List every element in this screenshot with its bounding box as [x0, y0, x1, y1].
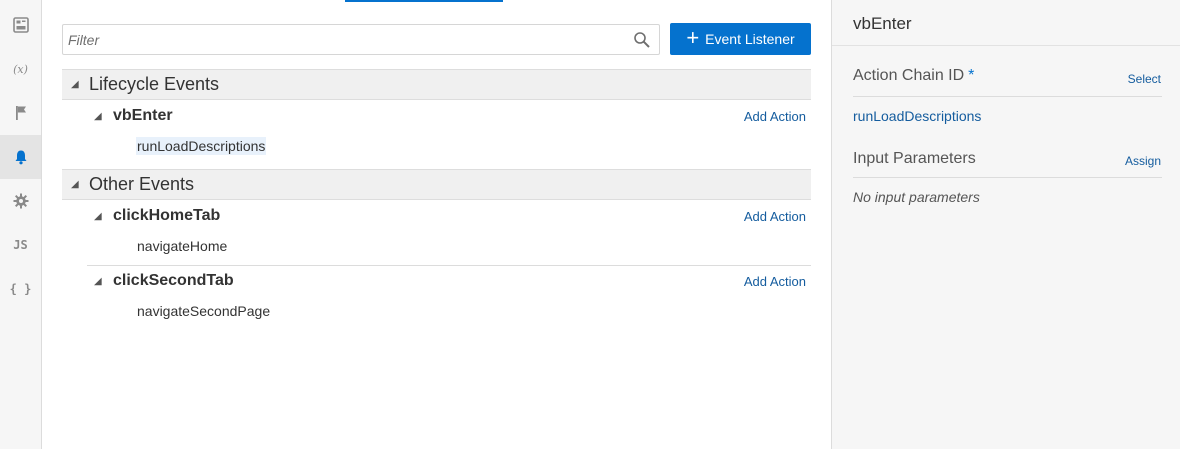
action-chain-item[interactable]: navigateSecondPage [136, 302, 271, 320]
section-label: Other Events [89, 174, 195, 194]
collapse-triangle-icon[interactable]: ◢ [71, 179, 81, 190]
section-header-other-events[interactable]: ◢ Other Events [62, 169, 811, 200]
rail-item-actions[interactable] [0, 91, 41, 135]
input-parameters-label: Input Parameters [853, 150, 976, 167]
select-action-chain-link[interactable]: Select [1128, 72, 1161, 86]
rail-item-settings[interactable] [0, 179, 41, 223]
action-chain-item[interactable]: runLoadDescriptions [136, 137, 267, 155]
collapse-triangle-icon[interactable]: ◢ [94, 276, 104, 287]
properties-panel: vbEnter Action Chain ID * Select runLoadD… [831, 0, 1180, 449]
add-event-listener-button[interactable]: + Event Listener [670, 23, 811, 55]
field-underline [853, 96, 1162, 97]
add-action-link[interactable]: Add Action [744, 109, 806, 124]
section-label: Lifecycle Events [89, 74, 220, 94]
rail-item-overview[interactable] [0, 3, 41, 47]
field-underline [853, 177, 1162, 178]
event-name: clickHomeTab [113, 207, 221, 224]
required-marker: * [968, 67, 975, 84]
collapse-triangle-icon[interactable]: ◢ [94, 111, 104, 122]
no-input-parameters-text: No input parameters [853, 189, 980, 205]
event-name: clickSecondTab [113, 272, 234, 289]
add-action-link[interactable]: Add Action [744, 274, 806, 289]
dashboard-icon [12, 17, 29, 33]
action-chain-id-value[interactable]: runLoadDescriptions [853, 108, 981, 124]
rail-item-json[interactable]: { } [0, 267, 41, 311]
event-listener-label: Event Listener [705, 31, 795, 47]
action-chain-id-text: Action Chain ID [853, 67, 965, 84]
json-icon: { } [9, 282, 32, 296]
filter-input[interactable] [63, 25, 623, 54]
event-row-clickhometab[interactable]: ◢ clickHomeTab Add Action [62, 203, 811, 229]
rail-item-variables[interactable]: (x) [0, 47, 41, 91]
add-action-link[interactable]: Add Action [744, 209, 806, 224]
filter-field[interactable] [62, 24, 660, 55]
gear-icon [13, 193, 29, 209]
rail-item-javascript[interactable]: JS [0, 223, 41, 267]
properties-divider [832, 45, 1180, 46]
flag-icon [14, 105, 28, 121]
action-chain-item[interactable]: navigateHome [136, 237, 228, 255]
plus-icon: + [686, 25, 700, 50]
active-tab-indicator [345, 0, 503, 2]
section-header-lifecycle-events[interactable]: ◢ Lifecycle Events [62, 69, 811, 100]
event-row-clicksecondtab[interactable]: ◢ clickSecondTab Add Action [62, 268, 811, 294]
collapse-triangle-icon[interactable]: ◢ [71, 79, 81, 90]
search-icon[interactable] [633, 31, 651, 49]
collapse-triangle-icon[interactable]: ◢ [94, 211, 104, 222]
variables-icon: (x) [13, 62, 28, 76]
event-row-vbenter[interactable]: ◢ vbEnter Add Action [62, 103, 811, 129]
event-name: vbEnter [113, 107, 173, 124]
rail-item-events[interactable] [0, 135, 41, 179]
assign-parameters-link[interactable]: Assign [1125, 154, 1161, 168]
javascript-icon: JS [13, 238, 28, 252]
left-icon-rail: (x) JS { } [0, 0, 42, 449]
properties-title: vbEnter [853, 14, 912, 33]
action-chain-id-label: Action Chain ID * [853, 67, 974, 85]
bell-icon [13, 149, 29, 165]
row-divider [87, 265, 811, 266]
